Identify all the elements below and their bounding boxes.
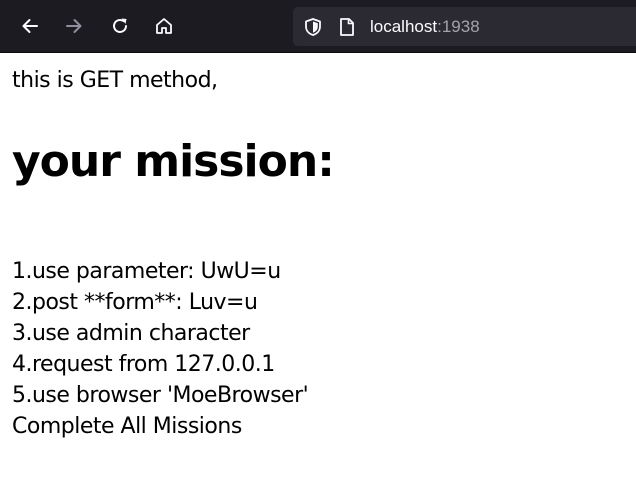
back-arrow-icon: [22, 19, 38, 33]
mission-item: 3.use admin character: [12, 321, 250, 346]
mission-status: Complete All Missions: [12, 414, 242, 439]
page-icon[interactable]: [338, 17, 356, 37]
address-bar[interactable]: localhost:1938: [293, 7, 636, 46]
mission-item: 4.request from 127.0.0.1: [12, 352, 275, 377]
back-button[interactable]: [15, 11, 45, 41]
mission-heading: your mission:: [12, 136, 335, 187]
mission-item: 2.post **form**: Luv=u: [12, 290, 258, 315]
url-host: localhost: [370, 17, 438, 36]
page-content: this is GET method, your mission: 1.use …: [12, 66, 622, 439]
mission-item: 1.use parameter: UwU=u: [12, 259, 281, 284]
url-port: :1938: [437, 17, 480, 36]
forward-arrow-icon: [66, 19, 82, 33]
intro-text: this is GET method,: [12, 68, 218, 93]
mission-list: 1.use parameter: UwU=u 2.post **form**: …: [12, 256, 309, 442]
reload-button[interactable]: [105, 11, 135, 41]
reload-icon: [113, 18, 127, 33]
forward-button[interactable]: [59, 11, 89, 41]
home-button[interactable]: [149, 11, 179, 41]
mission-item: 5.use browser 'MoeBrowser': [12, 383, 309, 408]
url-text[interactable]: localhost:1938: [370, 16, 480, 37]
shield-icon[interactable]: [303, 17, 323, 37]
browser-toolbar: localhost:1938: [0, 0, 636, 53]
home-icon: [156, 18, 172, 34]
